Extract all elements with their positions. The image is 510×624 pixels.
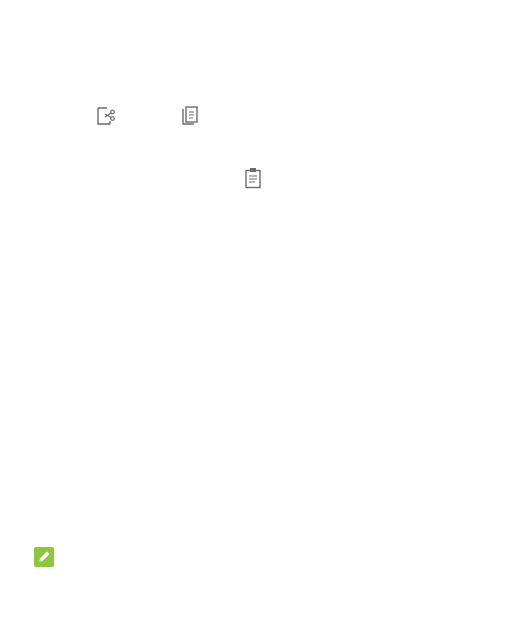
- pencil-note-icon: [34, 547, 54, 567]
- paste-icon: [245, 168, 261, 189]
- cut-icon: [97, 107, 115, 125]
- copy-icon: [182, 106, 198, 125]
